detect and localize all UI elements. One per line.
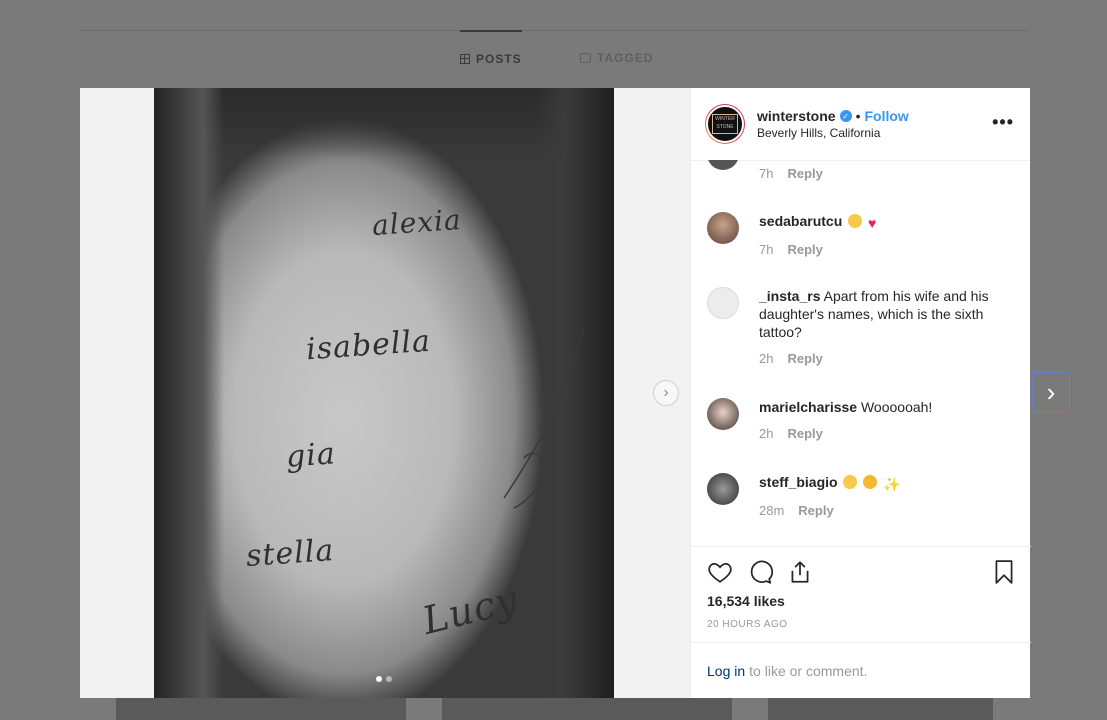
post-sidebar: WINTER STONE winterstone ✓ • Follow Bever… <box>690 88 1031 698</box>
tab-posts[interactable]: POSTS <box>460 30 522 66</box>
sparkles-emoji-icon: ✨ <box>883 476 901 492</box>
comment-icon[interactable] <box>747 559 773 585</box>
comment-time[interactable]: 7h <box>759 242 773 257</box>
tattoo-text: Lucy <box>418 576 523 644</box>
comment-username[interactable]: sedabarutcu <box>759 213 842 229</box>
avatar[interactable]: WINTER STONE <box>705 104 745 144</box>
star-struck-emoji-icon <box>863 475 878 489</box>
chevron-right-icon: › <box>663 384 669 401</box>
grid-thumbnail[interactable] <box>768 698 993 720</box>
bookmark-icon[interactable] <box>991 559 1017 585</box>
tattoo-text: gia <box>284 436 337 475</box>
post-timestamp[interactable]: 20 HOURS AGO <box>707 619 787 630</box>
brand-logo: WINTER STONE <box>712 114 738 134</box>
separator: • <box>855 108 861 124</box>
likes-count[interactable]: 16,534 likes <box>707 593 785 609</box>
follow-button[interactable]: Follow <box>864 108 908 124</box>
post-username[interactable]: winterstone <box>757 108 836 124</box>
comment-username[interactable]: steff_biagio <box>759 474 838 490</box>
comment-text: Woooooah! <box>860 399 933 415</box>
grid-icon <box>460 54 470 64</box>
comment-item: sedabarutcu ♥ 7h Reply <box>707 212 1007 257</box>
carousel-dot <box>386 676 392 682</box>
comment-avatar[interactable] <box>707 473 739 505</box>
comments-list: 7h Reply sedabarutcu ♥ 7h Reply _insta_r… <box>691 160 1031 546</box>
tattoo-text: stella <box>244 532 336 575</box>
post-location[interactable]: Beverly Hills, California <box>757 126 909 140</box>
carousel-dot <box>376 676 382 682</box>
comment-avatar[interactable] <box>707 160 739 170</box>
login-text: to like or comment. <box>749 662 868 679</box>
grid-thumbnail[interactable] <box>442 698 732 720</box>
comment-item: marielcharisse Woooooah! 2h Reply <box>707 398 1007 441</box>
verified-icon: ✓ <box>839 110 852 122</box>
tab-tagged-label: TAGGED <box>597 51 654 65</box>
post-actions: 16,534 likes 20 HOURS AGO <box>691 546 1031 643</box>
comment-time[interactable]: 28m <box>759 503 784 518</box>
comment-username[interactable]: marielcharisse <box>759 399 857 415</box>
post-photo[interactable]: alexia isabella gia stella Lucy <box>154 88 614 698</box>
share-icon[interactable] <box>787 559 813 585</box>
comment-time[interactable]: 2h <box>759 351 773 366</box>
post-modal: alexia isabella gia stella Lucy › WINTER… <box>80 88 1031 698</box>
tab-posts-label: POSTS <box>476 52 522 66</box>
comment-item: 7h Reply <box>707 160 1007 181</box>
comment-time[interactable]: 2h <box>759 426 773 441</box>
reply-button[interactable]: Reply <box>787 426 822 441</box>
tattoo-text: alexia <box>370 202 463 243</box>
signature-tattoo <box>503 327 585 509</box>
next-post-button[interactable]: › <box>1032 372 1070 412</box>
profile-tabs: POSTS TAGGED <box>0 30 1107 86</box>
reply-button[interactable]: Reply <box>787 166 822 181</box>
comment-avatar[interactable] <box>707 398 739 430</box>
more-options-icon[interactable]: ••• <box>992 112 1014 133</box>
avatar-image: WINTER STONE <box>706 105 744 143</box>
reply-button[interactable]: Reply <box>787 351 822 366</box>
login-link[interactable]: Log in <box>707 663 745 679</box>
reply-button[interactable]: Reply <box>787 242 822 257</box>
post-header: WINTER STONE winterstone ✓ • Follow Bever… <box>691 88 1030 161</box>
reply-button[interactable]: Reply <box>798 503 833 518</box>
tab-tagged[interactable]: TAGGED <box>580 46 653 65</box>
tattoo-text: isabella <box>304 323 432 368</box>
comment-avatar[interactable] <box>707 287 739 319</box>
heart-icon[interactable] <box>707 559 733 585</box>
post-media: alexia isabella gia stella Lucy › <box>80 88 690 698</box>
grid-thumbnail[interactable] <box>116 698 406 720</box>
chevron-right-icon: › <box>1046 376 1056 407</box>
grin-emoji-icon <box>848 214 863 228</box>
photo-shadow <box>154 88 224 698</box>
comment-avatar[interactable] <box>707 212 739 244</box>
comment-item: steff_biagio ✨ 28m Reply <box>707 473 1007 518</box>
comment-username[interactable]: _insta_rs <box>759 288 820 304</box>
tag-icon <box>580 53 591 63</box>
scream-emoji-icon <box>843 475 858 489</box>
heart-emoji-icon: ♥ <box>868 215 877 231</box>
carousel-dots <box>376 676 392 682</box>
comment-item: _insta_rs Apart from his wife and his da… <box>707 287 1007 366</box>
login-prompt: Log in to like or comment. <box>691 642 1031 698</box>
carousel-next-button[interactable]: › <box>653 380 679 406</box>
comment-time[interactable]: 7h <box>759 166 773 181</box>
